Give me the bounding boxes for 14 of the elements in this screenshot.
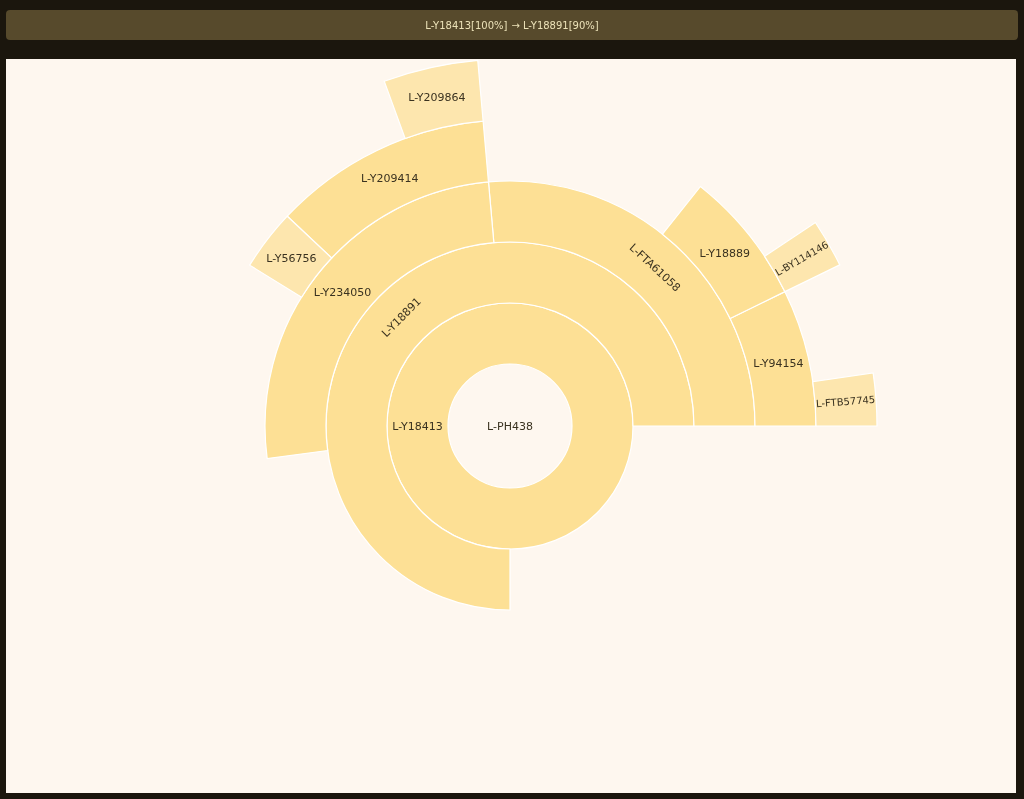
sunburst-segment[interactable]	[812, 372, 878, 427]
breadcrumb-item[interactable]: L-Y18413[100%]	[425, 17, 508, 33]
segment-label: L-PH438	[487, 419, 533, 433]
segment-label: L-Y56756	[266, 251, 317, 265]
sunburst-segment[interactable]	[383, 59, 484, 140]
segment-label: L-FTB57745	[815, 393, 876, 410]
segment-label: L-Y209414	[361, 171, 419, 185]
breadcrumb-item[interactable]: → L-Y18891[90%]	[511, 17, 599, 33]
segment-label: L-Y94154	[753, 357, 804, 371]
segment-label: L-Y18889	[699, 246, 750, 260]
segment-label: L-Y18413	[392, 419, 443, 433]
segment-label: L-Y209864	[408, 91, 466, 105]
segment-label: L-Y234050	[313, 285, 372, 299]
sunburst-segment[interactable]	[764, 221, 841, 293]
